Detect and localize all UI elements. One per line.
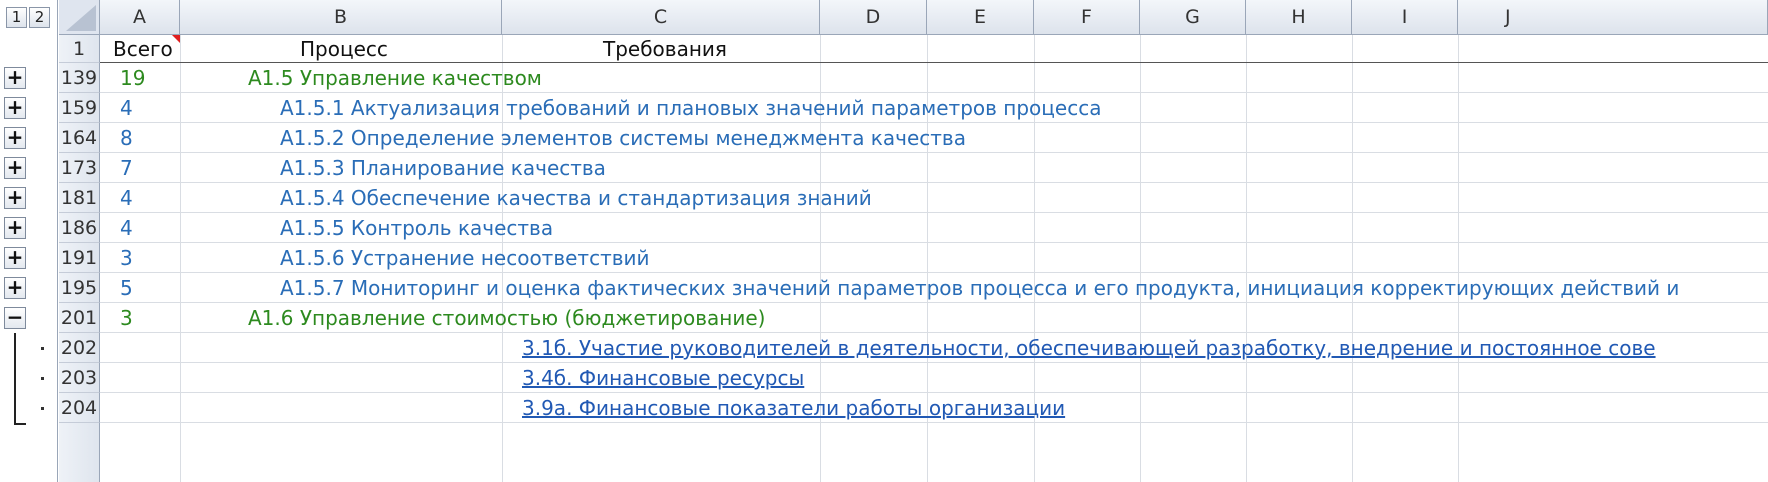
requirement-link[interactable]: 3.1б. Участие руководителей в деятельнос… bbox=[522, 331, 1656, 365]
outline-level-2-button[interactable]: 2 bbox=[29, 7, 50, 28]
total-cell[interactable]: 4 bbox=[120, 211, 133, 245]
process-cell[interactable]: А1.5.5 Контроль качества bbox=[280, 211, 553, 245]
collapse-group-button[interactable]: − bbox=[4, 307, 26, 329]
expand-group-button[interactable]: + bbox=[4, 277, 26, 299]
row-header[interactable]: 195 bbox=[59, 273, 100, 303]
comment-indicator-icon bbox=[172, 35, 180, 43]
process-cell[interactable]: А1.5.2 Определение элементов системы мен… bbox=[280, 121, 966, 155]
outline-detail-dot-icon bbox=[41, 347, 44, 350]
column-header-h[interactable]: H bbox=[1246, 0, 1352, 35]
outline-detail-dot-icon bbox=[41, 407, 44, 410]
table-row[interactable] bbox=[100, 363, 1768, 393]
requirement-link[interactable]: 3.9а. Финансовые показатели работы орган… bbox=[522, 391, 1065, 425]
process-cell[interactable]: А1.5.6 Устранение несоответствий bbox=[280, 241, 650, 275]
column-header-b[interactable]: B bbox=[180, 0, 502, 35]
total-cell[interactable]: 8 bbox=[120, 121, 133, 155]
row-header-1[interactable]: 1 bbox=[59, 35, 100, 63]
expand-group-button[interactable]: + bbox=[4, 127, 26, 149]
row-header[interactable]: 203 bbox=[59, 363, 100, 393]
column-header-g[interactable]: G bbox=[1140, 0, 1246, 35]
process-cell[interactable]: А1.6 Управление стоимостью (бюджетирован… bbox=[248, 301, 765, 335]
column-header-d[interactable]: D bbox=[820, 0, 927, 35]
row-header[interactable]: 181 bbox=[59, 183, 100, 213]
expand-group-button[interactable]: + bbox=[4, 247, 26, 269]
select-all-button[interactable] bbox=[59, 0, 100, 35]
column-header-j[interactable]: J bbox=[1458, 0, 1768, 35]
row-header[interactable]: 186 bbox=[59, 213, 100, 243]
column-header-i[interactable]: I bbox=[1352, 0, 1458, 35]
total-cell[interactable]: 3 bbox=[120, 241, 133, 275]
total-cell[interactable]: 19 bbox=[120, 61, 145, 95]
requirement-link[interactable]: 3.4б. Финансовые ресурсы bbox=[522, 361, 804, 395]
total-cell[interactable]: 4 bbox=[120, 181, 133, 215]
column-header-f[interactable]: F bbox=[1034, 0, 1140, 35]
column-header-e[interactable]: E bbox=[927, 0, 1034, 35]
expand-group-button[interactable]: + bbox=[4, 157, 26, 179]
total-cell[interactable]: 3 bbox=[120, 301, 133, 335]
select-all-triangle-icon bbox=[66, 5, 96, 31]
row-header[interactable]: 164 bbox=[59, 123, 100, 153]
row-header-filler bbox=[59, 423, 100, 482]
row-header[interactable]: 139 bbox=[59, 63, 100, 93]
process-cell[interactable]: А1.5.7 Мониторинг и оценка фактических з… bbox=[280, 271, 1679, 305]
column-header-a[interactable]: A bbox=[100, 0, 180, 35]
row-header[interactable]: 173 bbox=[59, 153, 100, 183]
process-cell[interactable]: А1.5.3 Планирование качества bbox=[280, 151, 606, 185]
outline-level-1-button[interactable]: 1 bbox=[6, 7, 27, 28]
expand-group-button[interactable]: + bbox=[4, 67, 26, 89]
process-cell[interactable]: А1.5.4 Обеспечение качества и стандартиз… bbox=[280, 181, 872, 215]
process-cell[interactable]: А1.5 Управление качеством bbox=[248, 61, 542, 95]
expand-group-button[interactable]: + bbox=[4, 217, 26, 239]
outline-detail-dot-icon bbox=[41, 377, 44, 380]
outline-group-bracket bbox=[14, 333, 16, 425]
row-header[interactable]: 159 bbox=[59, 93, 100, 123]
total-cell[interactable]: 4 bbox=[120, 91, 133, 125]
row-header[interactable]: 202 bbox=[59, 333, 100, 363]
row-header[interactable]: 204 bbox=[59, 393, 100, 423]
row-header[interactable]: 201 bbox=[59, 303, 100, 333]
process-cell[interactable]: А1.5.1 Актуализация требований и плановы… bbox=[280, 91, 1101, 125]
header-cell-requirements[interactable]: Требования bbox=[603, 32, 727, 66]
expand-group-button[interactable]: + bbox=[4, 187, 26, 209]
outline-group-bracket-end bbox=[14, 423, 26, 425]
total-cell[interactable]: 7 bbox=[120, 151, 133, 185]
total-cell[interactable]: 5 bbox=[120, 271, 133, 305]
row-header[interactable]: 191 bbox=[59, 243, 100, 273]
column-header-c[interactable]: C bbox=[502, 0, 820, 35]
expand-group-button[interactable]: + bbox=[4, 97, 26, 119]
